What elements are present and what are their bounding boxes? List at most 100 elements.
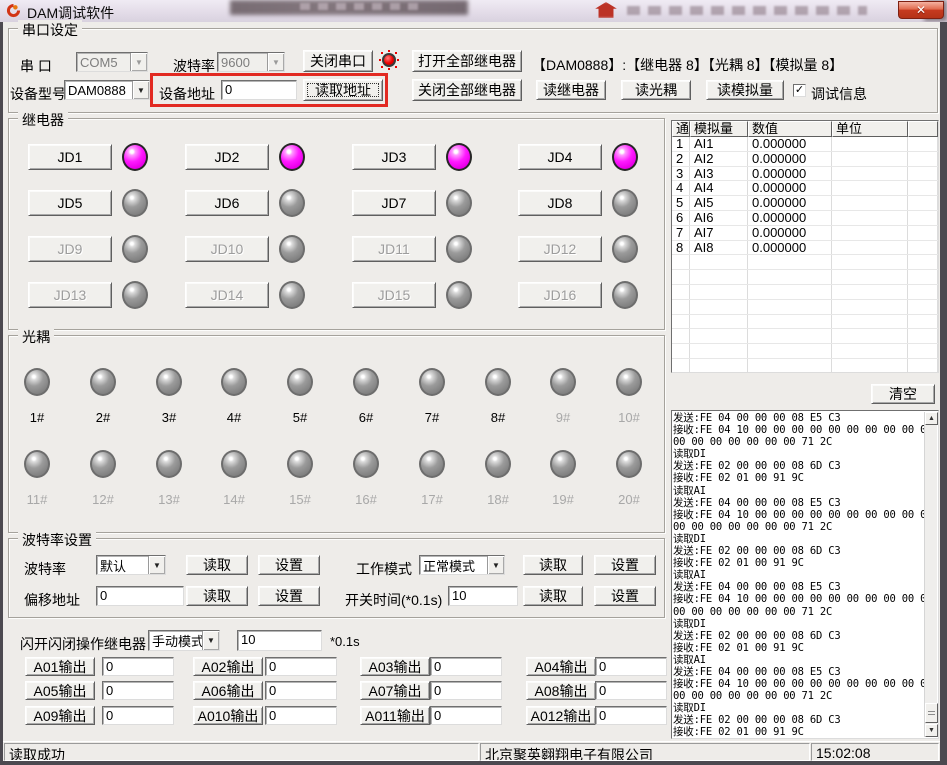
analog-output-input-3[interactable]: 0 bbox=[430, 657, 502, 676]
read-relay-button[interactable]: 读继电器 bbox=[536, 80, 606, 100]
open-all-relays-button[interactable]: 打开全部继电器 bbox=[412, 50, 522, 72]
table-row[interactable]: 2AI20.000000 bbox=[672, 152, 938, 167]
switch-time-read-button[interactable]: 读取 bbox=[523, 586, 583, 606]
analog-output-input-6[interactable]: 0 bbox=[265, 681, 337, 700]
work-mode-select[interactable]: 正常模式 ▼ bbox=[419, 555, 505, 575]
table-row[interactable] bbox=[672, 255, 938, 270]
device-model-select[interactable]: DAM0888 ▼ bbox=[64, 80, 150, 100]
read-analog-button[interactable]: 读模拟量 bbox=[706, 80, 784, 100]
table-cell bbox=[832, 344, 908, 358]
relay-button-JD8[interactable]: JD8 bbox=[518, 190, 602, 216]
analog-output-input-11[interactable]: 0 bbox=[430, 706, 502, 725]
table-row[interactable] bbox=[672, 344, 938, 359]
baud-set-button[interactable]: 设置 bbox=[258, 555, 320, 575]
analog-output-input-8[interactable]: 0 bbox=[595, 681, 667, 700]
table-row[interactable] bbox=[672, 285, 938, 300]
relay-button-JD6[interactable]: JD6 bbox=[185, 190, 269, 216]
table-row[interactable]: 7AI70.000000 bbox=[672, 226, 938, 241]
analog-output-input-12[interactable]: 0 bbox=[595, 706, 667, 725]
analog-output-input-7[interactable]: 0 bbox=[430, 681, 502, 700]
table-row[interactable]: 6AI60.000000 bbox=[672, 211, 938, 226]
opto-label-4#: 4# bbox=[214, 410, 254, 425]
relay-button-JD15[interactable]: JD15 bbox=[352, 282, 436, 308]
opto-label-8#: 8# bbox=[478, 410, 518, 425]
offset-read-button[interactable]: 读取 bbox=[186, 586, 248, 606]
analog-output-button-3[interactable]: A03输出 bbox=[360, 657, 430, 676]
serial-port-select[interactable]: COM5 ▼ bbox=[76, 52, 148, 72]
relay-button-JD11[interactable]: JD11 bbox=[352, 236, 436, 262]
debug-info-checkbox[interactable]: ✓ bbox=[793, 84, 806, 97]
baud-settings-group-title: 波特率设置 bbox=[18, 530, 96, 550]
analog-output-button-2[interactable]: A02输出 bbox=[193, 657, 263, 676]
relay-button-JD1[interactable]: JD1 bbox=[28, 144, 112, 170]
close-button[interactable]: ✕ bbox=[898, 1, 944, 19]
relay-led-JD15 bbox=[446, 281, 472, 309]
relay-led-JD4 bbox=[612, 143, 638, 171]
analog-output-input-9[interactable]: 0 bbox=[102, 706, 174, 725]
clear-log-button[interactable]: 清空 bbox=[871, 384, 935, 404]
table-row[interactable]: 8AI80.000000 bbox=[672, 241, 938, 256]
device-address-input[interactable]: 0 bbox=[221, 80, 297, 100]
relay-button-JD14[interactable]: JD14 bbox=[185, 282, 269, 308]
table-row[interactable] bbox=[672, 315, 938, 330]
log-scrollbar[interactable]: ▲ ▼ bbox=[924, 412, 937, 737]
relay-button-JD5[interactable]: JD5 bbox=[28, 190, 112, 216]
status-message: 读取成功 bbox=[4, 743, 479, 761]
analog-output-button-4[interactable]: A04输出 bbox=[526, 657, 596, 676]
analog-output-input-5[interactable]: 0 bbox=[102, 681, 174, 700]
switch-time-input[interactable]: 10 bbox=[448, 586, 518, 606]
flash-mode-select[interactable]: 手动模式 ▼ bbox=[148, 630, 220, 651]
table-row[interactable]: 5AI50.000000 bbox=[672, 196, 938, 211]
analog-output-button-10[interactable]: A010输出 bbox=[193, 706, 263, 725]
read-opto-button[interactable]: 读光耦 bbox=[621, 80, 691, 100]
baud-value: 9600 bbox=[218, 55, 267, 70]
baud-select[interactable]: 9600 ▼ bbox=[217, 52, 285, 72]
scrollbar-thumb[interactable] bbox=[925, 703, 938, 723]
table-row[interactable] bbox=[672, 270, 938, 285]
analog-output-button-12[interactable]: A012输出 bbox=[526, 706, 596, 725]
relay-button-JD16[interactable]: JD16 bbox=[518, 282, 602, 308]
close-serial-button[interactable]: 关闭串口 bbox=[303, 50, 373, 72]
read-address-button[interactable]: 读取地址 bbox=[303, 79, 383, 101]
relay-button-JD12[interactable]: JD12 bbox=[518, 236, 602, 262]
table-cell: 5 bbox=[672, 196, 690, 210]
offset-address-input[interactable]: 0 bbox=[96, 586, 184, 606]
offset-set-button[interactable]: 设置 bbox=[258, 586, 320, 606]
table-row[interactable] bbox=[672, 300, 938, 315]
analog-output-input-4[interactable]: 0 bbox=[595, 657, 667, 676]
relay-button-JD9[interactable]: JD9 bbox=[28, 236, 112, 262]
table-cell bbox=[908, 167, 938, 181]
analog-output-input-1[interactable]: 0 bbox=[102, 657, 174, 676]
relay-button-JD3[interactable]: JD3 bbox=[352, 144, 436, 170]
table-row[interactable] bbox=[672, 359, 938, 373]
analog-output-button-1[interactable]: A01输出 bbox=[25, 657, 95, 676]
analog-output-button-6[interactable]: A06输出 bbox=[193, 681, 263, 700]
relay-button-JD10[interactable]: JD10 bbox=[185, 236, 269, 262]
analog-output-button-11[interactable]: A011输出 bbox=[360, 706, 430, 725]
switch-time-set-button[interactable]: 设置 bbox=[594, 586, 656, 606]
analog-output-input-2[interactable]: 0 bbox=[265, 657, 337, 676]
table-row[interactable]: 3AI30.000000 bbox=[672, 167, 938, 182]
relay-button-JD4[interactable]: JD4 bbox=[518, 144, 602, 170]
table-row[interactable] bbox=[672, 329, 938, 344]
work-mode-set-button[interactable]: 设置 bbox=[594, 555, 656, 575]
table-row[interactable]: 4AI40.000000 bbox=[672, 181, 938, 196]
scroll-up-icon[interactable]: ▲ bbox=[925, 412, 938, 425]
work-mode-read-button[interactable]: 读取 bbox=[523, 555, 583, 575]
table-row[interactable]: 1AI10.000000 bbox=[672, 137, 938, 152]
relay-button-JD13[interactable]: JD13 bbox=[28, 282, 112, 308]
flash-time-input[interactable]: 10 bbox=[237, 630, 322, 651]
analog-output-input-10[interactable]: 0 bbox=[265, 706, 337, 725]
baud-read-button[interactable]: 读取 bbox=[186, 555, 248, 575]
relay-button-JD2[interactable]: JD2 bbox=[185, 144, 269, 170]
relay-button-JD7[interactable]: JD7 bbox=[352, 190, 436, 216]
baud-setting-select[interactable]: 默认 ▼ bbox=[96, 555, 166, 575]
analog-output-button-7[interactable]: A07输出 bbox=[360, 681, 430, 700]
analog-output-button-5[interactable]: A05输出 bbox=[25, 681, 95, 700]
debug-log-box[interactable]: 发送:FE 04 00 00 00 08 E5 C3接收:FE 04 10 00… bbox=[671, 410, 939, 739]
close-all-relays-button[interactable]: 关闭全部继电器 bbox=[412, 79, 522, 101]
table-cell: 1 bbox=[672, 137, 690, 151]
scroll-down-icon[interactable]: ▼ bbox=[925, 724, 938, 737]
analog-output-button-9[interactable]: A09输出 bbox=[25, 706, 95, 725]
analog-output-button-8[interactable]: A08输出 bbox=[526, 681, 596, 700]
